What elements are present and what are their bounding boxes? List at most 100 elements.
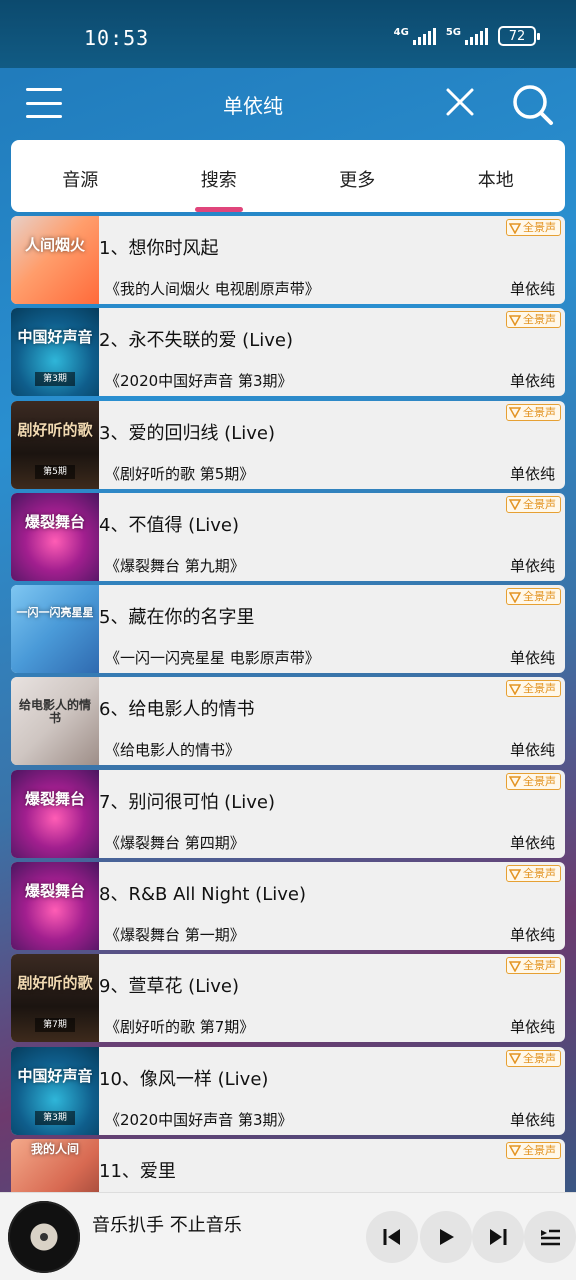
song-artist: 单依纯 — [509, 1018, 555, 1037]
song-album: 《2020中国好声音 第3期》 — [105, 1110, 293, 1129]
album-cover: 中国好声音 第3期 — [11, 1046, 99, 1135]
close-icon[interactable] — [444, 86, 476, 118]
song-artist: 单依纯 — [509, 833, 555, 852]
page-title: 单依纯 — [223, 94, 283, 118]
song-row[interactable]: 爆裂舞台 8、R&B All Night (Live) 《爆裂舞台 第一期》 单… — [11, 862, 565, 951]
song-title: 11、爱里 — [99, 1160, 176, 1182]
triangle-icon — [509, 591, 521, 603]
triangle-icon — [509, 961, 521, 972]
album-cover: 给电影人的情书 — [11, 677, 99, 766]
signal-4g-icon: 4G — [394, 27, 436, 45]
spatial-audio-badge: 全景声 — [506, 957, 561, 975]
next-button[interactable] — [472, 1211, 524, 1263]
album-disc-icon[interactable] — [8, 1201, 80, 1273]
triangle-icon — [509, 868, 521, 880]
now-playing-text: 音乐扒手 不止音乐 — [92, 1215, 242, 1236]
status-indicators: 4G 5G 72 — [394, 26, 540, 46]
song-artist: 单依纯 — [509, 372, 555, 391]
song-title: 8、R&B All Night (Live) — [99, 884, 306, 906]
next-icon — [490, 1229, 507, 1245]
album-cover: 剧好听的歌 第7期 — [11, 954, 99, 1043]
album-cover: 剧好听的歌 第5期 — [11, 400, 99, 489]
playlist-button[interactable] — [524, 1211, 576, 1263]
song-artist: 单依纯 — [509, 926, 555, 945]
song-artist: 单依纯 — [509, 280, 555, 298]
song-title: 3、爱的回归线 (Live) — [99, 422, 275, 444]
song-album: 《剧好听的歌 第5期》 — [105, 464, 255, 483]
triangle-icon — [509, 407, 521, 419]
tab-search[interactable]: 搜索 — [150, 140, 289, 212]
song-title: 6、给电影人的情书 — [99, 699, 255, 721]
triangle-icon — [509, 684, 521, 695]
song-list: 人间烟火 1、想你时风起 《我的人间烟火 电视剧原声带》 单依纯 全景声 中国好… — [11, 216, 565, 1231]
song-title: 9、萱草花 (Live) — [99, 976, 239, 998]
spatial-audio-badge: 全景声 — [506, 772, 561, 790]
song-title: 4、不值得 (Live) — [99, 514, 239, 536]
triangle-icon — [509, 1053, 521, 1065]
song-row[interactable]: 中国好声音 第3期 2、永不失联的爱 (Live) 《2020中国好声音 第3期》… — [11, 308, 565, 397]
song-title: 5、藏在你的名字里 — [99, 607, 255, 629]
album-cover: 人间烟火 — [11, 216, 99, 304]
song-row[interactable]: 中国好声音 第3期 10、像风一样 (Live) 《2020中国好声音 第3期》 … — [11, 1046, 565, 1135]
status-time: 10:53 — [84, 26, 150, 50]
battery-icon: 72 — [498, 26, 540, 46]
signal-5g-icon: 5G — [446, 27, 488, 45]
spatial-audio-badge: 全景声 — [506, 311, 561, 329]
song-row[interactable]: 剧好听的歌 第7期 9、萱草花 (Live) 《剧好听的歌 第7期》 单依纯 全景… — [11, 954, 565, 1043]
song-album: 《一闪一闪亮星星 电影原声带》 — [105, 649, 320, 668]
previous-button[interactable] — [366, 1211, 418, 1263]
song-row[interactable]: 给电影人的情书 6、给电影人的情书 《给电影人的情书》 单依纯 全景声 — [11, 677, 565, 766]
menu-icon[interactable] — [26, 88, 62, 118]
triangle-icon — [509, 315, 521, 326]
song-row[interactable]: 人间烟火 1、想你时风起 《我的人间烟火 电视剧原声带》 单依纯 全景声 — [11, 216, 565, 304]
search-icon[interactable] — [510, 82, 554, 126]
song-album: 《剧好听的歌 第7期》 — [105, 1018, 255, 1037]
tab-more[interactable]: 更多 — [288, 140, 427, 212]
spatial-audio-badge: 全景声 — [506, 1049, 561, 1067]
song-artist: 单依纯 — [509, 741, 555, 760]
song-album: 《爆裂舞台 第四期》 — [105, 833, 245, 852]
song-title: 10、像风一样 (Live) — [99, 1068, 269, 1090]
previous-icon — [383, 1229, 400, 1245]
play-icon — [440, 1229, 454, 1245]
playlist-icon — [541, 1229, 560, 1246]
spatial-audio-badge: 全景声 — [506, 1141, 561, 1159]
album-cover: 爆裂舞台 — [11, 862, 99, 951]
song-artist: 单依纯 — [509, 464, 555, 483]
triangle-icon — [509, 222, 521, 234]
song-row[interactable]: 爆裂舞台 7、别问很可怕 (Live) 《爆裂舞台 第四期》 单依纯 全景声 — [11, 769, 565, 858]
album-cover: 爆裂舞台 — [11, 769, 99, 858]
spatial-audio-badge: 全景声 — [506, 588, 561, 606]
status-bar: 10:53 4G 5G 72 — [0, 0, 576, 68]
spatial-audio-badge: 全景声 — [506, 680, 561, 698]
triangle-icon — [509, 499, 521, 511]
song-artist: 单依纯 — [509, 1110, 555, 1129]
tab-source[interactable]: 音源 — [11, 140, 150, 212]
spatial-audio-badge: 全景声 — [506, 403, 561, 421]
mini-player[interactable]: 音乐扒手 不止音乐 — [0, 1192, 576, 1280]
song-title: 7、别问很可怕 (Live) — [99, 791, 275, 813]
song-row[interactable]: 爆裂舞台 4、不值得 (Live) 《爆裂舞台 第九期》 单依纯 全景声 — [11, 492, 565, 581]
header-bar: 单依纯 — [0, 68, 576, 140]
album-cover: 一闪一闪亮星星 — [11, 585, 99, 674]
spatial-audio-badge: 全景声 — [506, 865, 561, 883]
song-artist: 单依纯 — [509, 649, 555, 668]
song-title: 1、想你时风起 — [99, 238, 219, 259]
play-button[interactable] — [420, 1211, 472, 1263]
song-album: 《爆裂舞台 第一期》 — [105, 926, 245, 945]
spatial-audio-badge: 全景声 — [506, 495, 561, 513]
album-cover: 爆裂舞台 — [11, 492, 99, 581]
album-cover: 中国好声音 第3期 — [11, 308, 99, 397]
triangle-icon — [509, 1145, 521, 1157]
song-album: 《爆裂舞台 第九期》 — [105, 556, 245, 575]
song-row[interactable]: 剧好听的歌 第5期 3、爱的回归线 (Live) 《剧好听的歌 第5期》 单依纯 … — [11, 400, 565, 489]
song-album: 《给电影人的情书》 — [105, 741, 241, 760]
tab-bar: 音源 搜索 更多 本地 — [11, 140, 565, 212]
song-row[interactable]: 一闪一闪亮星星 5、藏在你的名字里 《一闪一闪亮星星 电影原声带》 单依纯 全景… — [11, 585, 565, 674]
tab-local[interactable]: 本地 — [427, 140, 566, 212]
song-artist: 单依纯 — [509, 556, 555, 575]
spatial-audio-badge: 全景声 — [506, 219, 561, 236]
triangle-icon — [509, 776, 521, 788]
song-album: 《我的人间烟火 电视剧原声带》 — [105, 280, 320, 298]
song-album: 《2020中国好声音 第3期》 — [105, 372, 293, 391]
